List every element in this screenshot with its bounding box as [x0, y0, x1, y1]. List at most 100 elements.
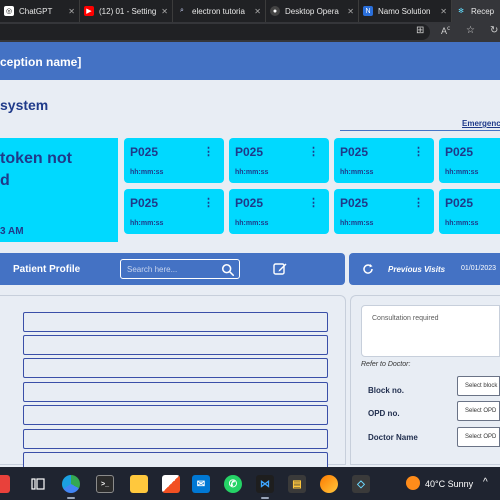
patient-field-input[interactable] [23, 358, 328, 378]
close-icon[interactable]: ✕ [68, 7, 75, 16]
address-field[interactable] [0, 24, 430, 40]
patient-field-input[interactable] [23, 405, 328, 425]
browser-tab-reception[interactable]: ✻ Recep [452, 0, 500, 22]
more-vertical-icon[interactable]: ⋮ [308, 145, 319, 158]
tab-label: Desktop Opera [285, 6, 339, 16]
search-icon: ⌕ [180, 7, 184, 14]
visit-date[interactable]: 01/01/2023 [461, 265, 496, 272]
check-in-time: hh:mm:ss [340, 169, 374, 176]
edit-icon[interactable] [272, 261, 288, 277]
more-vertical-icon[interactable]: ⋮ [308, 196, 319, 209]
read-aloud-icon[interactable]: Aⅽ [441, 25, 450, 36]
queue-card[interactable]: P025 ⋮ hh:mm:ss [334, 189, 434, 234]
mail-icon[interactable]: ✉ [192, 475, 210, 493]
browser-tab-chatgpt[interactable]: ◎ ChatGPT ✕ [0, 0, 80, 22]
patient-id: P025 [340, 196, 369, 210]
youtube-icon: ▶ [84, 6, 94, 16]
chatgpt-icon: ◎ [4, 6, 14, 16]
photos-icon[interactable] [320, 475, 338, 493]
github-icon: ● [270, 6, 280, 16]
current-token-panel: token not d 3 AM [0, 138, 118, 242]
store-icon[interactable] [162, 475, 180, 493]
chevron-up-icon[interactable]: ^ [483, 477, 488, 488]
tab-label: ChatGPT [19, 6, 53, 16]
tab-label: (12) 01 - Setting [99, 6, 157, 16]
files-icon[interactable]: ▤ [288, 475, 306, 493]
queue-card[interactable]: P025 hh:mm:ss [439, 138, 500, 183]
whatsapp-icon[interactable]: ✆ [224, 475, 242, 493]
browser-tab-search[interactable]: ⌕ electron tutoria ✕ [173, 0, 266, 22]
more-vertical-icon[interactable]: ⋮ [413, 196, 424, 209]
queue-card[interactable]: P025 ⋮ hh:mm:ss [229, 189, 329, 234]
browser-tab-github[interactable]: ● Desktop Opera ✕ [266, 0, 359, 22]
close-icon[interactable]: ✕ [161, 7, 168, 16]
doctor-select[interactable]: Select OPD [457, 427, 500, 447]
patient-field-input[interactable] [23, 382, 328, 402]
close-icon[interactable]: ✕ [254, 7, 261, 16]
check-in-time: hh:mm:ss [445, 169, 479, 176]
favorite-star-icon[interactable]: ☆ [466, 25, 475, 36]
queue-card[interactable]: P025 ⋮ hh:mm:ss [334, 138, 434, 183]
patient-profile-title: Patient Profile [13, 264, 81, 275]
browser-tab-strip: ◎ ChatGPT ✕ ▶ (12) 01 - Setting ✕ ⌕ elec… [0, 0, 500, 22]
tab-label: Recep [471, 6, 495, 16]
consultation-textarea[interactable]: Consultation required [361, 305, 500, 357]
token-message: token not d [0, 148, 118, 192]
task-view-icon[interactable] [29, 475, 47, 493]
more-vertical-icon[interactable]: ⋮ [203, 196, 214, 209]
address-bar-row: ⊞ Aⅽ ☆ ↻ [0, 22, 500, 42]
refer-to-doctor-label: Refer to Doctor: [361, 361, 411, 368]
refresh-icon[interactable] [362, 263, 374, 275]
queue-card[interactable]: P025 ⋮ hh:mm:ss [229, 138, 329, 183]
patient-id: P025 [445, 196, 474, 210]
block-label: Block no. [368, 386, 405, 395]
patient-field-input[interactable] [23, 429, 328, 449]
block-select[interactable]: Select block [457, 376, 500, 396]
check-in-time: hh:mm:ss [340, 220, 374, 227]
opd-select[interactable]: Select OPD [457, 401, 500, 421]
active-indicator [261, 497, 269, 499]
emergency-link[interactable]: Emergenc [462, 119, 500, 128]
code-icon[interactable]: ◇ [352, 475, 370, 493]
app-icon[interactable] [0, 475, 10, 493]
browser-tab-namo[interactable]: N Namo Solution ✕ [359, 0, 452, 22]
queue-card[interactable]: P025 ⋮ hh:mm:ss [124, 189, 224, 234]
tab-label: electron tutoria [192, 6, 245, 16]
close-icon[interactable]: ✕ [347, 7, 354, 16]
react-icon: ✻ [458, 8, 464, 15]
check-in-time: hh:mm:ss [235, 220, 269, 227]
weather-text[interactable]: 40°C Sunny [425, 479, 473, 489]
consultation-placeholder: Consultation required [372, 315, 439, 322]
grid-icon[interactable]: ⊞ [416, 25, 424, 36]
queue-card[interactable]: P025 hh:mm:ss [439, 189, 500, 234]
vscode-icon[interactable]: ⋈ [256, 475, 274, 493]
queue-card[interactable]: P025 ⋮ hh:mm:ss [124, 138, 224, 183]
search-icon[interactable] [221, 263, 235, 277]
patient-field-input[interactable] [23, 312, 328, 332]
patient-id: P025 [340, 145, 369, 159]
token-time: 3 AM [0, 226, 24, 237]
close-icon[interactable]: ✕ [440, 7, 447, 16]
check-in-time: hh:mm:ss [130, 169, 164, 176]
check-in-time: hh:mm:ss [235, 169, 269, 176]
active-indicator [67, 497, 75, 499]
patient-field-input[interactable] [23, 335, 328, 355]
patient-id: P025 [235, 196, 264, 210]
more-vertical-icon[interactable]: ⋮ [413, 145, 424, 158]
patient-id: P025 [130, 145, 159, 159]
folder-icon[interactable] [130, 475, 148, 493]
more-vertical-icon[interactable]: ⋮ [203, 145, 214, 158]
search-input[interactable] [127, 263, 217, 276]
namo-icon: N [363, 6, 373, 16]
check-in-time: hh:mm:ss [130, 220, 164, 227]
check-in-time: hh:mm:ss [445, 220, 479, 227]
terminal-icon[interactable]: >_ [96, 475, 114, 493]
taskbar: >_ ✉ ✆ ⋈ ▤ ◇ 40°C Sunny ^ [0, 467, 500, 500]
token-message-line: d [0, 172, 10, 189]
patient-search-box[interactable] [120, 259, 240, 279]
edge-browser-icon[interactable] [62, 475, 80, 493]
previous-visits-title: Previous Visits [388, 265, 446, 274]
browser-tab-youtube[interactable]: ▶ (12) 01 - Setting ✕ [80, 0, 173, 22]
divider [340, 130, 500, 131]
sync-icon[interactable]: ↻ [490, 25, 498, 36]
